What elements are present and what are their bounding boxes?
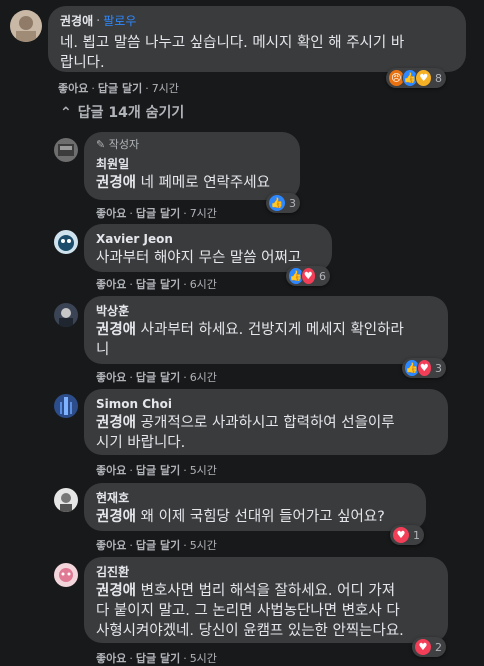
reply-button[interactable]: 답글 달기 bbox=[98, 82, 142, 95]
reply-text: 권경애 공개적으로 사과하시고 합력하여 선을이루 시기 바랍니다. bbox=[96, 415, 395, 451]
like-button[interactable]: 좋아요 bbox=[58, 82, 88, 95]
reply-author[interactable]: Xavier Jeon bbox=[96, 231, 320, 247]
timestamp[interactable]: 5시간 bbox=[190, 652, 217, 665]
follow-link[interactable]: 팔로우 bbox=[103, 14, 136, 28]
comment-actions: 좋아요 · 답글 달기 · 7시간 bbox=[58, 82, 179, 95]
timestamp[interactable]: 5시간 bbox=[190, 464, 217, 477]
reaction-summary[interactable]: 😠 👍 ♥ 8 bbox=[386, 68, 446, 88]
care-icon: ♥ bbox=[415, 69, 433, 87]
love-icon: ♥ bbox=[416, 359, 432, 377]
chevron-up-icon: ⌃ bbox=[60, 105, 72, 121]
like-button[interactable]: 좋아요 bbox=[96, 464, 126, 477]
reaction-count: 2 bbox=[435, 640, 442, 654]
reply-button[interactable]: 답글 달기 bbox=[136, 371, 180, 384]
timestamp[interactable]: 6시간 bbox=[190, 278, 217, 291]
reply-actions: 좋아요 · 답글 달기 · 5시간 bbox=[96, 652, 217, 665]
comment-author[interactable]: 권경애 bbox=[60, 14, 93, 28]
like-button[interactable]: 좋아요 bbox=[96, 207, 126, 220]
reply-text: 권경애 변호사면 법리 해석을 잘하세요. 어디 가져 다 붙이지 말고. 그 … bbox=[96, 583, 404, 639]
reply-actions: 좋아요 · 답글 달기 · 5시간 bbox=[96, 464, 217, 477]
reply-text: 권경애 왜 이제 국힘당 선대위 들어가고 싶어요? bbox=[96, 509, 385, 525]
reply-text: 권경애 네 페메로 연락주세요 bbox=[96, 175, 270, 191]
mention-link[interactable]: 권경애 bbox=[96, 583, 136, 599]
reaction-summary[interactable]: 👍 ♥ 3 bbox=[402, 358, 446, 378]
timestamp[interactable]: 6시간 bbox=[190, 371, 217, 384]
reply-author[interactable]: Simon Choi bbox=[96, 396, 436, 412]
reply-actions: 좋아요 · 답글 달기 · 7시간 bbox=[96, 207, 217, 220]
like-button[interactable]: 좋아요 bbox=[96, 371, 126, 384]
reply-button[interactable]: 답글 달기 bbox=[136, 652, 180, 665]
reply-bubble: Xavier Jeon 사과부터 해야지 무슨 말씀 어쩌고 bbox=[84, 224, 332, 272]
reply-bubble: 김진환 권경애 변호사면 법리 해석을 잘하세요. 어디 가져 다 붙이지 말고… bbox=[84, 557, 448, 643]
reply-bubble: 현재호 권경애 왜 이제 국힘당 선대위 들어가고 싶어요? bbox=[84, 483, 426, 531]
hide-replies-button[interactable]: ⌃ 답글 14개 숨기기 bbox=[60, 102, 184, 122]
reaction-count: 1 bbox=[413, 528, 420, 542]
love-icon: ♥ bbox=[392, 526, 410, 544]
author-badge-label: 작성자 bbox=[108, 138, 140, 151]
reaction-count: 6 bbox=[319, 269, 326, 283]
reaction-summary[interactable]: ♥ 1 bbox=[390, 525, 424, 545]
hide-replies-label: 답글 14개 숨기기 bbox=[77, 105, 185, 121]
mention-link[interactable]: 권경애 bbox=[96, 415, 136, 431]
reaction-summary[interactable]: 👍 3 bbox=[266, 193, 300, 213]
timestamp[interactable]: 5시간 bbox=[190, 539, 217, 552]
mention-link[interactable]: 권경애 bbox=[96, 509, 136, 525]
comment-bubble: 권경애 · 팔로우 네. 뵙고 말씀 나누고 싶습니다. 메시지 확인 해 주시기 … bbox=[48, 6, 466, 72]
reply-button[interactable]: 답글 달기 bbox=[136, 207, 180, 220]
avatar[interactable] bbox=[54, 303, 78, 327]
timestamp[interactable]: 7시간 bbox=[152, 82, 179, 95]
pencil-icon: ✎ bbox=[96, 138, 106, 151]
love-icon: ♥ bbox=[414, 638, 432, 656]
reply-bubble: 박상훈 권경애 사과부터 하세요. 건방지게 메세지 확인하라 니 bbox=[84, 296, 448, 364]
reply-text: 사과부터 해야지 무슨 말씀 어쩌고 bbox=[96, 250, 302, 266]
reaction-summary[interactable]: 👍 ♥ 6 bbox=[286, 266, 330, 286]
avatar[interactable] bbox=[54, 230, 78, 254]
like-icon: 👍 bbox=[268, 194, 286, 212]
reply-bubble: Simon Choi 권경애 공개적으로 사과하시고 합력하여 선을이루 시기 … bbox=[84, 389, 448, 455]
like-button[interactable]: 좋아요 bbox=[96, 278, 126, 291]
mention-link[interactable]: 권경애 bbox=[96, 322, 136, 338]
reply-bubble: ✎ 작성자 최원일 권경애 네 페메로 연락주세요 bbox=[84, 132, 300, 200]
reply-actions: 좋아요 · 답글 달기 · 6시간 bbox=[96, 371, 217, 384]
reply-author[interactable]: 김진환 bbox=[96, 564, 436, 580]
like-button[interactable]: 좋아요 bbox=[96, 539, 126, 552]
reaction-count: 3 bbox=[435, 361, 442, 375]
reaction-summary[interactable]: ♥ 2 bbox=[412, 637, 446, 657]
reaction-count: 3 bbox=[289, 196, 296, 210]
love-icon: ♥ bbox=[300, 267, 316, 285]
reply-button[interactable]: 답글 달기 bbox=[136, 539, 180, 552]
author-badge: ✎ 작성자 bbox=[96, 138, 288, 152]
avatar[interactable] bbox=[10, 10, 42, 42]
like-button[interactable]: 좋아요 bbox=[96, 652, 126, 665]
reaction-count: 8 bbox=[435, 71, 443, 85]
reply-button[interactable]: 답글 달기 bbox=[136, 464, 180, 477]
avatar[interactable] bbox=[54, 563, 78, 587]
avatar[interactable] bbox=[54, 394, 78, 418]
reply-author[interactable]: 현재호 bbox=[96, 490, 414, 506]
reply-text: 권경애 사과부터 하세요. 건방지게 메세지 확인하라 니 bbox=[96, 322, 404, 358]
reply-actions: 좋아요 · 답글 달기 · 6시간 bbox=[96, 278, 217, 291]
timestamp[interactable]: 7시간 bbox=[190, 207, 217, 220]
reply-author[interactable]: 박상훈 bbox=[96, 303, 436, 319]
mention-link[interactable]: 권경애 bbox=[96, 175, 136, 191]
avatar[interactable] bbox=[54, 138, 78, 162]
avatar[interactable] bbox=[54, 488, 78, 512]
reply-author[interactable]: 최원일 bbox=[96, 156, 288, 172]
comment-text: 네. 뵙고 말씀 나누고 싶습니다. 메시지 확인 해 주시기 바 랍니다. bbox=[60, 35, 405, 71]
reply-button[interactable]: 답글 달기 bbox=[136, 278, 180, 291]
reply-actions: 좋아요 · 답글 달기 · 5시간 bbox=[96, 539, 217, 552]
